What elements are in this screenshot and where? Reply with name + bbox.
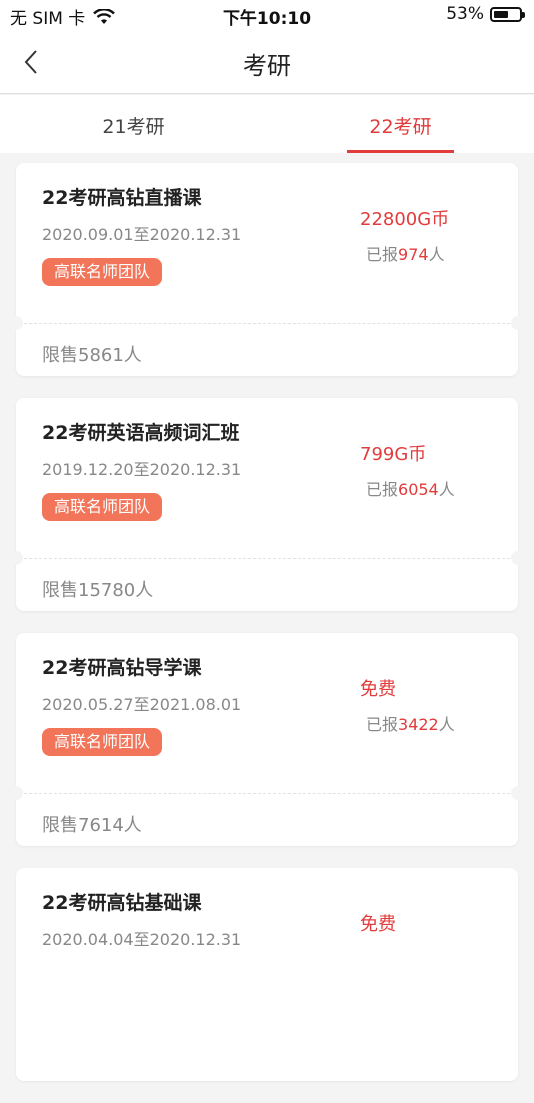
- course-card[interactable]: 22考研高钻导学课 2020.05.27至2021.08.01 高联名师团队 免…: [9, 633, 525, 846]
- battery-percent: 53%: [446, 4, 484, 24]
- course-list: 22考研高钻直播课 2020.09.01至2020.12.31 高联名师团队 2…: [9, 163, 525, 1103]
- enrolled-count: 已报6054人: [366, 476, 455, 500]
- course-name: 22考研高钻基础课: [42, 892, 202, 914]
- dashed-divider: [24, 558, 510, 559]
- teacher-tag: 高联名师团队: [42, 728, 163, 756]
- course-card[interactable]: 22考研英语高频词汇班 2019.12.20至2020.12.31 高联名师团队…: [9, 398, 525, 611]
- tab-bar: 21考研 22考研: [0, 95, 534, 153]
- enrolled-suffix: 人: [438, 715, 455, 734]
- tab-22[interactable]: 22考研: [267, 95, 534, 153]
- course-price: 免费: [360, 914, 396, 935]
- enrolled-number: 6054: [398, 480, 439, 499]
- enrolled-number: 974: [398, 245, 429, 264]
- course-dates: 2020.09.01至2020.12.31: [42, 225, 242, 244]
- course-price: 22800G币: [360, 209, 450, 230]
- page-title: 考研: [243, 52, 291, 80]
- dashed-divider: [24, 323, 510, 324]
- enrolled-prefix: 已报: [366, 245, 399, 264]
- enrolled-prefix: 已报: [366, 480, 399, 499]
- enrolled-suffix: 人: [438, 480, 455, 499]
- ticket-notch-left: [9, 786, 23, 800]
- course-dates: 2020.04.04至2020.12.31: [42, 930, 242, 949]
- ticket-notch-right: [511, 551, 525, 565]
- enrolled-count: 已报3422人: [366, 711, 455, 735]
- enrolled-suffix: 人: [428, 245, 445, 264]
- ticket-notch-left: [9, 551, 23, 565]
- ticket-notch-right: [511, 316, 525, 330]
- sale-limit: 限售7614人: [42, 815, 142, 836]
- enrolled-prefix: 已报: [366, 715, 399, 734]
- course-name: 22考研英语高频词汇班: [42, 422, 240, 444]
- enrolled-number: 3422: [398, 715, 439, 734]
- battery-icon: [490, 6, 525, 22]
- teacher-tag: 高联名师团队: [42, 493, 163, 521]
- course-card[interactable]: 22考研高钻基础课 2020.04.04至2020.12.31 免费: [16, 868, 518, 1081]
- ticket-notch-left: [9, 316, 23, 330]
- course-name: 22考研高钻直播课: [42, 187, 202, 209]
- status-bar: 无 SIM 卡 下午10:10 53%: [0, 0, 534, 30]
- course-name: 22考研高钻导学课: [42, 657, 202, 679]
- course-dates: 2019.12.20至2020.12.31: [42, 460, 242, 479]
- course-price: 免费: [360, 679, 396, 700]
- sale-limit: 限售15780人: [42, 580, 154, 601]
- tab-21[interactable]: 21考研: [0, 95, 267, 153]
- sale-limit: 限售5861人: [42, 345, 142, 366]
- course-card[interactable]: 22考研高钻直播课 2020.09.01至2020.12.31 高联名师团队 2…: [9, 163, 525, 376]
- teacher-tag: 高联名师团队: [42, 258, 163, 286]
- ticket-notch-right: [511, 786, 525, 800]
- nav-bar: 考研: [0, 30, 534, 94]
- course-dates: 2020.05.27至2021.08.01: [42, 695, 242, 714]
- course-price: 799G币: [360, 444, 427, 465]
- status-right: 53%: [446, 4, 525, 24]
- dashed-divider: [24, 793, 510, 794]
- enrolled-count: 已报974人: [366, 241, 445, 265]
